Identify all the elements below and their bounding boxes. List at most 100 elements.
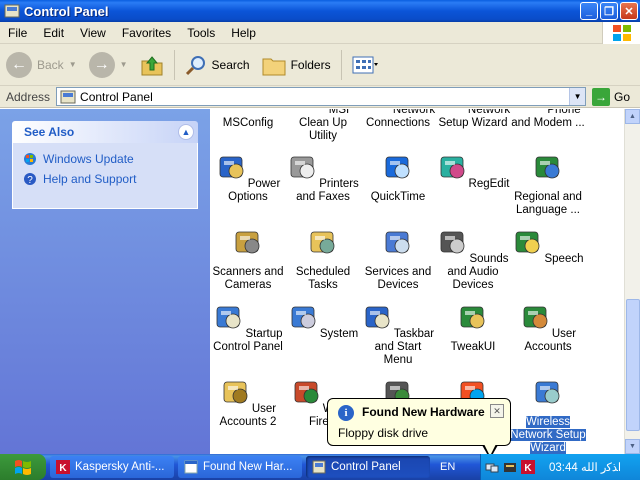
search-label: Search: [211, 57, 250, 72]
network-tray-icon[interactable]: [485, 460, 499, 474]
clock[interactable]: 03:44 ﺍﺬﻛﺭ ﺍﻟﻠﻪ: [549, 460, 621, 474]
scroll-down-icon[interactable]: ▼: [625, 439, 640, 454]
control-panel-item-label: Scanners and Cameras: [212, 266, 284, 291]
control-panel-item[interactable]: Services and Devices: [360, 226, 436, 292]
menu-help[interactable]: Help: [223, 26, 264, 40]
toolbar-separator: [340, 49, 342, 80]
control-panel-item[interactable]: Printers and Faxes: [285, 151, 361, 204]
address-dropdown-icon[interactable]: ▼: [569, 88, 586, 105]
control-panel-item[interactable]: Speech: [510, 226, 586, 266]
menu-file[interactable]: File: [0, 26, 35, 40]
menu-edit[interactable]: Edit: [35, 26, 72, 40]
windows-update-link[interactable]: Windows Update: [23, 149, 187, 169]
balloon-close-button[interactable]: ✕: [490, 404, 504, 418]
regional-icon: [535, 156, 560, 179]
close-button[interactable]: ✕: [620, 2, 638, 20]
control-panel-item[interactable]: MSConfig: [210, 109, 286, 130]
back-arrow-icon: ←: [6, 51, 32, 78]
folder-icon: [262, 58, 286, 75]
control-panel-item[interactable]: Network Connections: [360, 109, 436, 130]
control-panel-item-label: Taskbar and Start Menu: [374, 328, 435, 366]
views-button[interactable]: [346, 48, 384, 82]
control-panel-item[interactable]: Power Options: [210, 151, 286, 204]
maximize-button[interactable]: ❐: [600, 2, 618, 20]
title-bar: Control Panel _ ❐ ✕: [0, 0, 640, 22]
help-support-label: Help and Support: [43, 172, 137, 186]
taskbar-icon: [365, 306, 390, 329]
go-arrow-icon: →: [592, 87, 611, 106]
svg-text:?: ?: [27, 175, 33, 186]
control-panel-item[interactable]: User Accounts 2: [210, 376, 286, 429]
control-panel-item[interactable]: MSI Clean Up Utility: [285, 109, 361, 143]
toolbar: ← Back ▼ → ▼ Search Folders: [0, 44, 640, 86]
control-panel-item[interactable]: Sounds and Audio Devices: [435, 226, 511, 292]
folders-label: Folders: [290, 57, 331, 72]
go-button[interactable]: → Go: [592, 87, 630, 106]
taskbar-item-control-panel[interactable]: Control Panel: [306, 456, 430, 478]
address-label: Address: [6, 89, 51, 104]
user-accounts-2-icon: [223, 381, 248, 404]
address-input[interactable]: Control Panel ▼: [56, 87, 587, 106]
system-tray: K 03:44 ﺍﺬﻛﺭ ﺍﻟﻠﻪ: [480, 454, 640, 480]
control-panel-item-label: MSConfig: [222, 117, 274, 129]
task-label: Kaspersky Anti-...: [75, 461, 165, 473]
control-panel-item[interactable]: Startup Control Panel: [210, 301, 286, 354]
control-panel-item[interactable]: RegEdit: [435, 151, 511, 191]
control-panel-item[interactable]: System: [285, 301, 361, 341]
sounds-icon: [441, 231, 465, 254]
control-panel-item[interactable]: Wireless Network Setup Wizard: [510, 376, 586, 454]
taskbar-item-found-hardware[interactable]: Found New Har...: [178, 456, 302, 478]
printers-icon: [290, 156, 315, 179]
control-panel-item[interactable]: TweakUI: [435, 301, 511, 354]
up-folder-button[interactable]: [134, 48, 170, 82]
menu-favorites[interactable]: Favorites: [114, 26, 179, 40]
control-panel-item-label: Network Connections: [366, 109, 436, 129]
taskbar-item-kaspersky[interactable]: K Kaspersky Anti-...: [50, 456, 174, 478]
scroll-thumb[interactable]: [626, 299, 640, 431]
forward-dropdown-icon[interactable]: ▼: [120, 60, 128, 69]
control-panel-small-icon: [60, 90, 76, 103]
address-bar: Address Control Panel ▼ → Go: [0, 86, 640, 108]
search-button[interactable]: Search: [179, 48, 256, 82]
task-pane: See Also ▲ Windows Update ? Help and Sup…: [0, 109, 210, 454]
forward-button[interactable]: → ▼: [83, 48, 134, 82]
control-panel-item[interactable]: Scheduled Tasks: [285, 226, 361, 292]
control-panel-icon: [312, 460, 326, 474]
services-icon: [385, 231, 410, 254]
user-accounts-icon: [523, 306, 548, 329]
language-indicator[interactable]: EN: [440, 461, 455, 473]
control-panel-item-label: MSI Clean Up Utility: [299, 109, 350, 142]
see-also-title: See Also: [24, 125, 75, 139]
power-options-icon: [219, 156, 244, 179]
minimize-button[interactable]: _: [580, 2, 598, 20]
control-panel-item[interactable]: Scanners and Cameras: [210, 226, 286, 292]
hardware-tray-icon[interactable]: [503, 460, 517, 474]
task-label: Control Panel: [331, 461, 401, 473]
balloon-text: Floppy disk drive: [338, 426, 429, 440]
scanners-icon: [235, 231, 260, 254]
found-new-hardware-balloon[interactable]: i Found New Hardware ✕ Floppy disk drive: [327, 398, 511, 446]
back-dropdown-icon[interactable]: ▼: [69, 60, 77, 69]
windows-logo-icon: [602, 22, 640, 44]
collapse-chevron-icon[interactable]: ▲: [178, 124, 194, 140]
menu-view[interactable]: View: [72, 26, 114, 40]
search-icon: [185, 55, 205, 75]
control-panel-item[interactable]: Regional and Language ...: [510, 151, 586, 217]
help-support-link[interactable]: ? Help and Support: [23, 169, 187, 189]
scroll-up-icon[interactable]: ▲: [625, 109, 640, 124]
menu-tools[interactable]: Tools: [179, 26, 223, 40]
start-button[interactable]: [0, 454, 46, 480]
control-panel-item[interactable]: Taskbar and Start Menu: [360, 301, 436, 367]
tweakui-icon: [460, 306, 485, 329]
folders-button[interactable]: Folders: [256, 48, 337, 82]
control-panel-item[interactable]: Network Setup Wizard: [435, 109, 511, 130]
kaspersky-tray-icon[interactable]: K: [521, 460, 535, 474]
control-panel-item[interactable]: QuickTime: [360, 151, 436, 204]
control-panel-item[interactable]: User Accounts: [510, 301, 586, 354]
back-button[interactable]: ← Back ▼: [0, 48, 83, 82]
control-panel-item[interactable]: Phone and Modem ...: [510, 109, 586, 130]
see-also-header[interactable]: See Also ▲: [12, 121, 198, 143]
help-icon: ?: [24, 173, 36, 186]
taskbar: K Kaspersky Anti-... Found New Har... Co…: [0, 454, 640, 480]
vertical-scrollbar[interactable]: ▲ ▼: [624, 109, 640, 454]
